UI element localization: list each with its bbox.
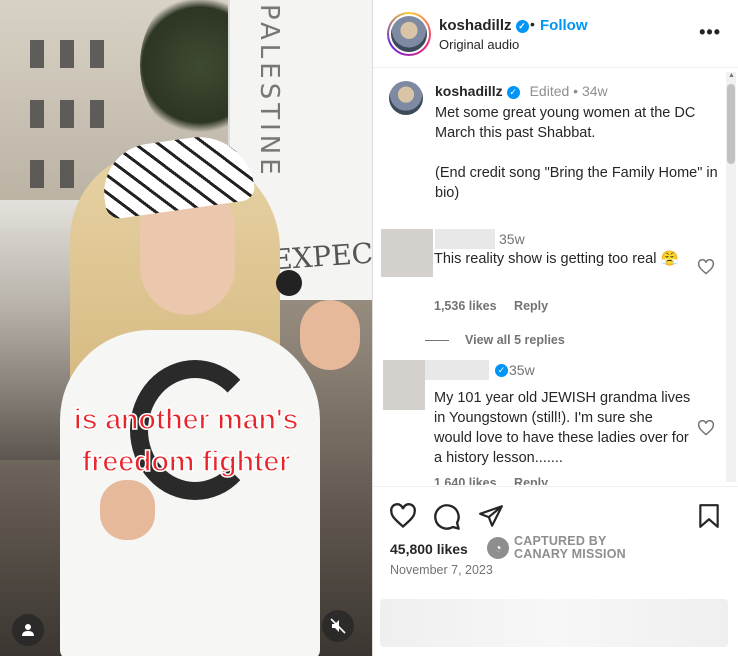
comment-likes[interactable]: 1,640 likes bbox=[434, 476, 497, 485]
video-caption-line2: freedom fighter bbox=[81, 445, 291, 479]
reply-button[interactable]: Reply bbox=[514, 299, 548, 313]
video-player[interactable]: PALESTINE EXPEC is another man's freedom… bbox=[0, 0, 372, 656]
post-date[interactable]: November 7, 2023 bbox=[390, 563, 493, 577]
post-actions: 45,800 likes November 7, 2023 ◔ CAPTURED… bbox=[373, 486, 738, 656]
comment-text: This reality show is getting too real 😤 bbox=[434, 251, 679, 267]
comment-avatar-redacted[interactable] bbox=[383, 360, 425, 410]
audio-label[interactable]: Original audio bbox=[439, 37, 519, 52]
more-options-icon[interactable]: ••• bbox=[699, 22, 721, 43]
caption-username[interactable]: koshadillz bbox=[435, 83, 503, 99]
caption-time[interactable]: 34w bbox=[582, 83, 608, 99]
scroll-thumb[interactable] bbox=[727, 84, 735, 164]
scroll-up-arrow-icon[interactable]: ▲ bbox=[728, 72, 735, 79]
like-comment-heart-icon[interactable] bbox=[697, 259, 715, 275]
comment-username-redacted[interactable] bbox=[425, 360, 489, 380]
caption-header: koshadillz ✓ Edited • 34w bbox=[435, 83, 608, 99]
save-bookmark-icon[interactable] bbox=[697, 503, 721, 529]
comments-scrollbar[interactable]: ▲ bbox=[726, 72, 736, 482]
author-username[interactable]: koshadillz bbox=[439, 17, 512, 34]
comment-time[interactable]: 35w bbox=[499, 231, 525, 247]
edited-label: Edited bbox=[529, 83, 570, 99]
share-paper-plane-icon[interactable] bbox=[477, 503, 505, 529]
verified-badge-icon: ✓ bbox=[495, 364, 508, 377]
user-icon bbox=[22, 624, 34, 636]
view-replies-button[interactable]: View all 5 replies bbox=[425, 333, 565, 347]
video-caption-line1: is another man's bbox=[73, 403, 299, 437]
comment-time[interactable]: 35w bbox=[509, 362, 535, 378]
post-header: koshadillz ✓ • Follow Original audio ••• bbox=[373, 0, 738, 68]
raised-hand bbox=[300, 300, 360, 370]
caption-avatar[interactable] bbox=[389, 81, 423, 115]
comment-meta: 1,536 likes Reply bbox=[434, 299, 562, 313]
caption-text: Met some great young women at the DC Mar… bbox=[435, 103, 725, 223]
comment-meta: 1,640 likes Reply bbox=[434, 476, 562, 485]
caption-line2: (End credit song "Bring the Family Home"… bbox=[435, 165, 718, 201]
follow-button[interactable]: Follow bbox=[540, 17, 588, 34]
mute-button[interactable] bbox=[322, 610, 354, 642]
canary-mission-logo-icon: ◔ bbox=[487, 537, 509, 559]
verified-badge-icon: ✓ bbox=[506, 86, 520, 99]
comment-bubble-icon[interactable] bbox=[433, 503, 461, 531]
add-comment-bar[interactable] bbox=[380, 599, 728, 647]
comment-username-redacted[interactable] bbox=[435, 229, 495, 249]
separator-dot: • bbox=[530, 16, 535, 32]
verified-badge-icon: ✓ bbox=[515, 20, 529, 33]
likes-count[interactable]: 45,800 likes bbox=[390, 541, 468, 557]
author-avatar[interactable] bbox=[387, 12, 431, 56]
watermark-line2: CANARY MISSION bbox=[514, 547, 626, 561]
tagged-users-button[interactable] bbox=[12, 614, 44, 646]
comment-avatar-redacted[interactable] bbox=[381, 229, 433, 277]
post-panel: koshadillz ✓ • Follow Original audio ••• … bbox=[372, 0, 738, 656]
sign-text: PALESTINE bbox=[254, 4, 284, 179]
watermark: ◔ CAPTURED BY CANARY MISSION bbox=[487, 535, 626, 561]
reply-button[interactable]: Reply bbox=[514, 476, 548, 485]
like-heart-icon[interactable] bbox=[389, 503, 417, 529]
comments-section[interactable]: koshadillz ✓ Edited • 34w Met some great … bbox=[373, 69, 738, 485]
author-username-row: koshadillz ✓ bbox=[439, 17, 529, 34]
caption-line1: Met some great young women at the DC Mar… bbox=[435, 105, 696, 141]
comment-likes[interactable]: 1,536 likes bbox=[434, 299, 497, 313]
comment-text: My 101 year old JEWISH grandma lives in … bbox=[434, 390, 691, 466]
black-flower bbox=[276, 270, 302, 296]
audio-muted-icon bbox=[330, 618, 346, 634]
fist bbox=[100, 480, 155, 540]
like-comment-heart-icon[interactable] bbox=[697, 420, 715, 436]
